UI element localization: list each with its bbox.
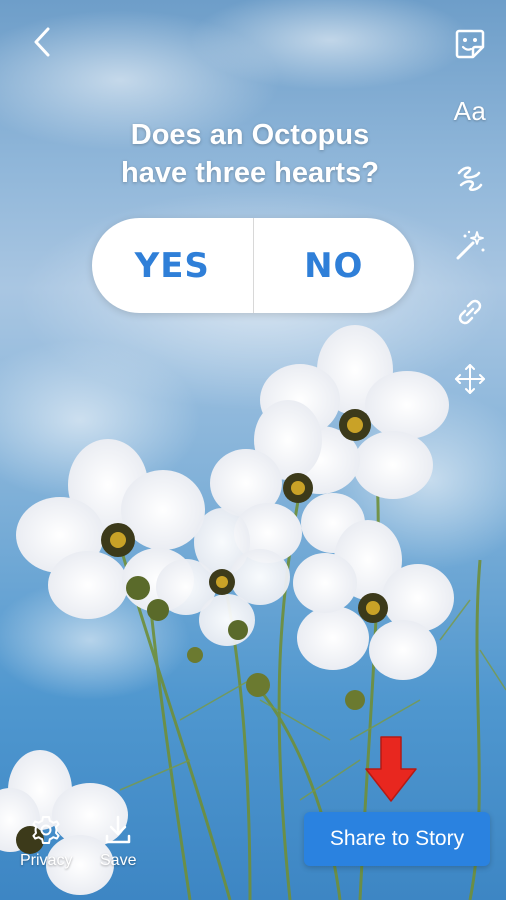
text-tool-button[interactable]: Aa — [448, 89, 492, 133]
draw-button[interactable] — [448, 156, 492, 200]
move-button[interactable] — [448, 357, 492, 401]
sticker-button[interactable] — [448, 22, 492, 66]
chevron-left-icon — [34, 27, 50, 57]
effects-button[interactable] — [448, 223, 492, 267]
poll-question[interactable]: Does an Octopus have three hearts? — [60, 116, 440, 192]
privacy-button[interactable]: Privacy — [20, 814, 72, 870]
download-icon — [105, 815, 131, 844]
story-editor-screen: Aa Does an Octopus have three hearts? YE… — [0, 0, 506, 900]
privacy-label: Privacy — [20, 852, 73, 869]
poll-option-yes[interactable]: YES — [92, 218, 253, 313]
editor-toolbar: Aa — [448, 22, 492, 424]
gear-icon — [32, 816, 60, 844]
poll-question-line1: Does an Octopus — [130, 119, 370, 151]
share-to-story-button[interactable]: Share to Story — [304, 812, 490, 866]
draw-icon — [457, 166, 483, 191]
sticker-icon — [455, 29, 485, 59]
annotation-arrow-icon — [365, 736, 417, 802]
move-icon — [455, 364, 485, 394]
text-tool-icon: Aa — [453, 95, 487, 126]
save-label: Save — [100, 852, 137, 869]
poll-sticker[interactable]: YES NO — [92, 218, 414, 313]
link-icon — [458, 299, 482, 325]
poll-question-line2: have three hearts? — [121, 157, 379, 189]
effects-wand-icon — [456, 230, 485, 260]
back-button[interactable] — [22, 22, 62, 62]
save-button[interactable]: Save — [100, 814, 136, 870]
poll-option-no[interactable]: NO — [254, 218, 415, 313]
link-button[interactable] — [448, 290, 492, 334]
